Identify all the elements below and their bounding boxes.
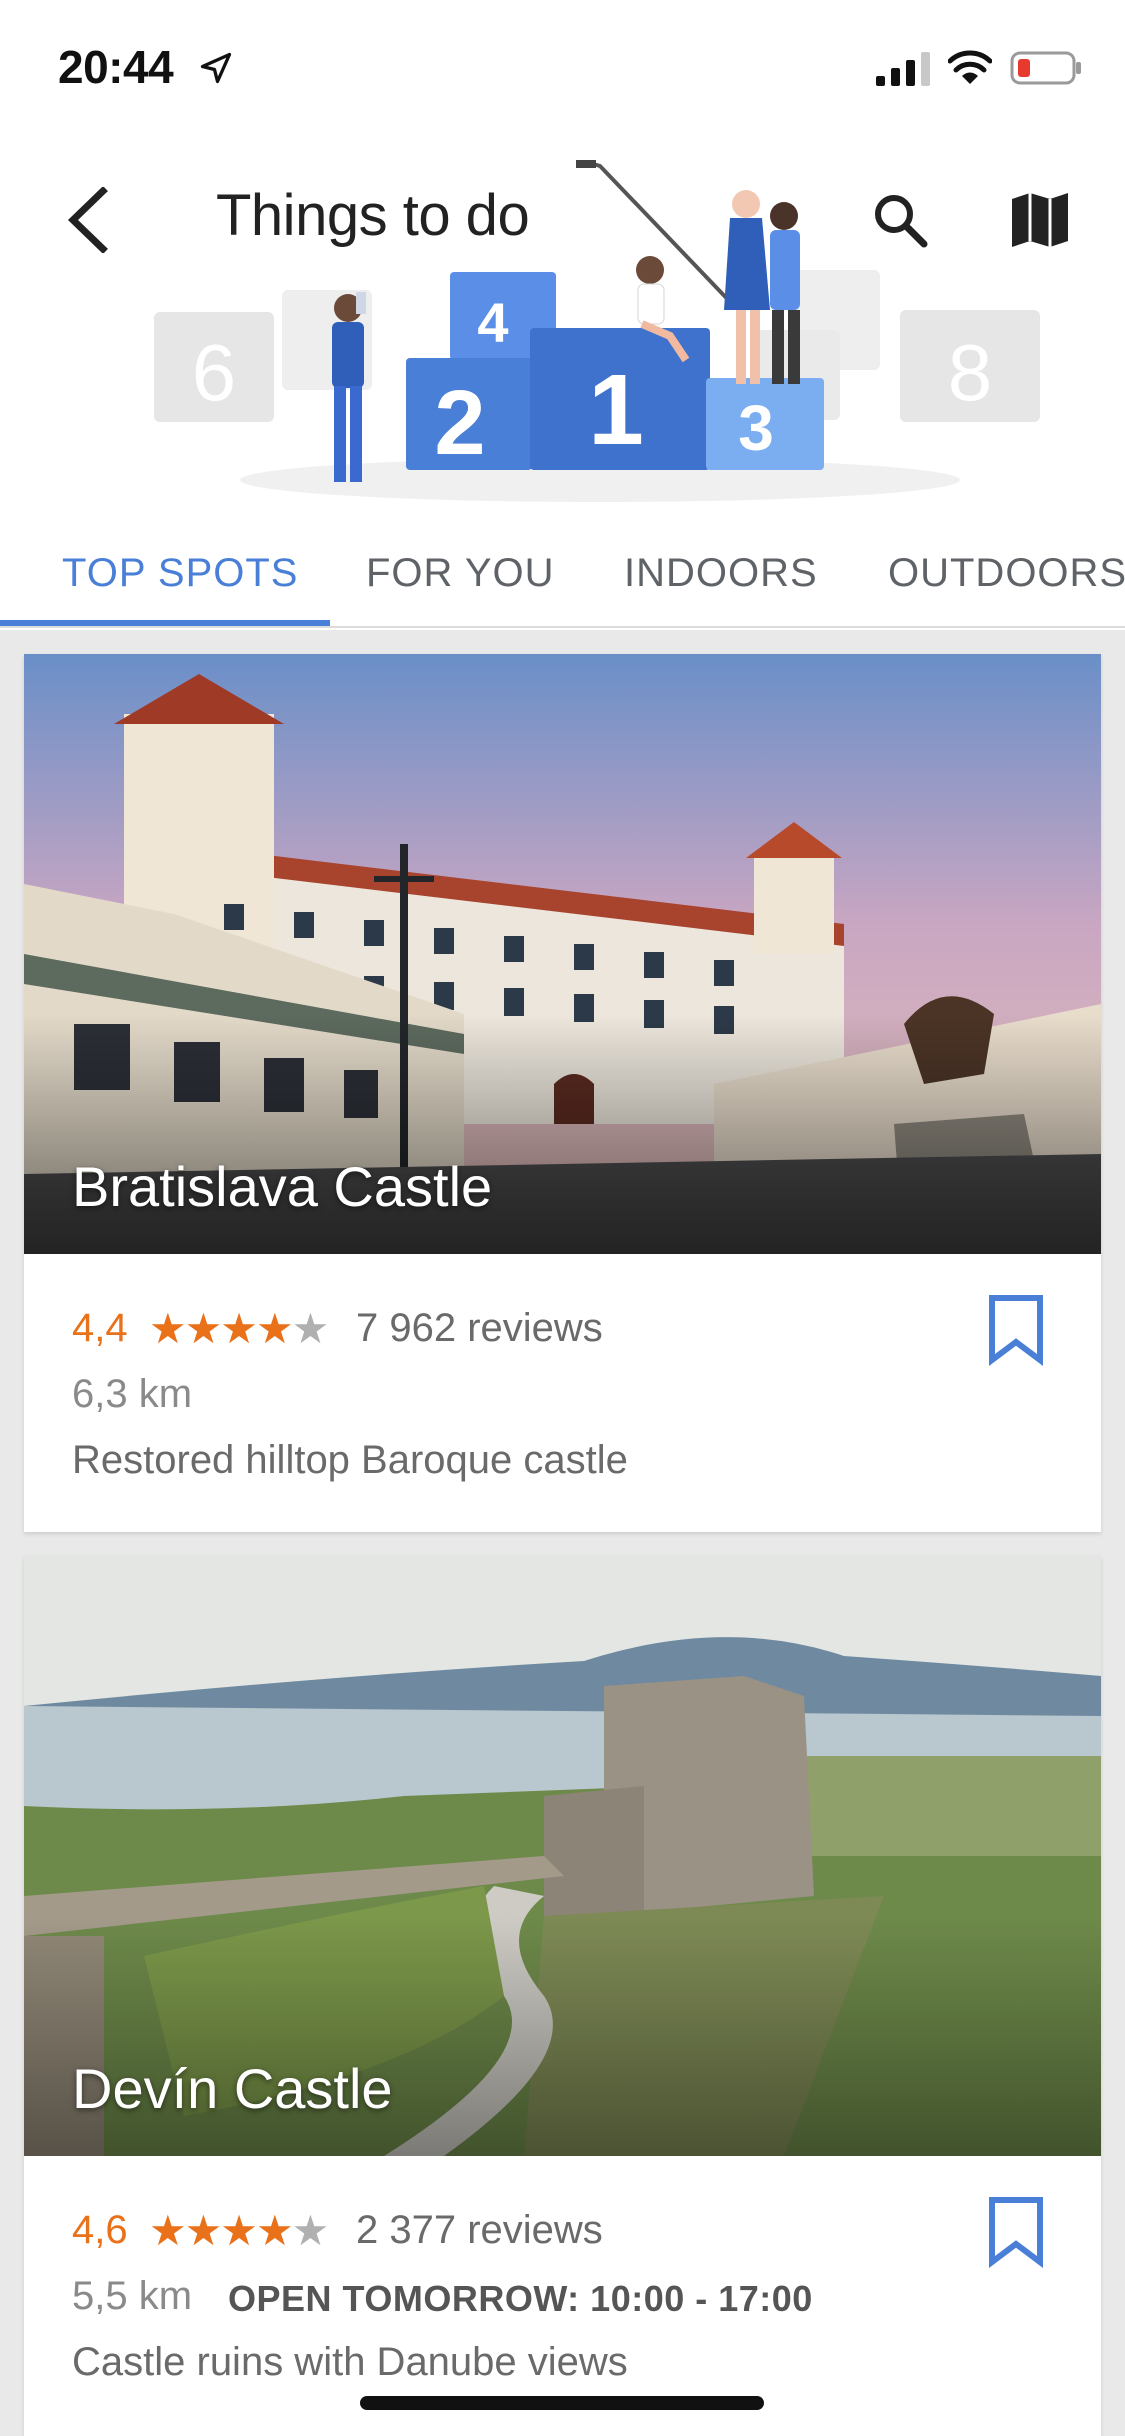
category-tabs: TOP SPOTS FOR YOU INDOORS OUTDOORS bbox=[0, 520, 1125, 628]
star-icon: ★ bbox=[291, 1305, 330, 1352]
battery-icon bbox=[1010, 51, 1081, 85]
podium-number: 4 bbox=[477, 291, 508, 354]
place-description: Castle ruins with Danube views bbox=[72, 2340, 628, 2384]
place-name: Bratislava Castle bbox=[72, 1155, 493, 1218]
podium-number: 3 bbox=[738, 392, 774, 464]
distance: 5,5 km bbox=[72, 2274, 193, 2318]
status-time: 20:44 bbox=[58, 41, 174, 93]
tab-indicator bbox=[0, 620, 330, 626]
review-count[interactable]: 7 962 reviews bbox=[356, 1306, 603, 1351]
tab-indoors[interactable]: INDOORS bbox=[624, 520, 818, 626]
back-button[interactable] bbox=[48, 180, 128, 260]
signal-icon bbox=[876, 52, 930, 86]
star-icon: ★ bbox=[291, 2207, 330, 2254]
rating-value: 4,6 bbox=[72, 2208, 128, 2252]
podium-number: 1 bbox=[588, 354, 644, 466]
header-area: 20:44 Things to do 6 8 4 2 1 3 TOP SPOTS… bbox=[0, 0, 1125, 630]
status-bar: 20:44 bbox=[0, 0, 1125, 130]
distance: 6,3 km bbox=[72, 1372, 193, 1416]
bookmark-icon[interactable] bbox=[984, 1294, 1048, 1366]
home-indicator[interactable] bbox=[360, 2396, 764, 2410]
bookmark-icon[interactable] bbox=[984, 2196, 1048, 2268]
wifi-icon bbox=[948, 50, 992, 84]
place-card[interactable]: Devín Castle 4,6 ★★★★★ 2 377 reviews 5,5… bbox=[24, 1556, 1101, 2436]
place-description: Restored hilltop Baroque castle bbox=[72, 1438, 628, 1482]
place-card[interactable]: Bratislava Castle 4,4 ★★★★★ 7 962 review… bbox=[24, 654, 1101, 1532]
star-rating: ★★★★★ bbox=[149, 1304, 330, 1353]
tab-outdoors[interactable]: OUTDOORS bbox=[888, 520, 1125, 626]
star-rating: ★★★★★ bbox=[149, 2206, 330, 2255]
place-photo[interactable]: Devín Castle bbox=[24, 1556, 1101, 2156]
podium-number: 2 bbox=[434, 372, 485, 474]
star-icon: ★★★★ bbox=[149, 2207, 294, 2254]
review-count[interactable]: 2 377 reviews bbox=[356, 2208, 603, 2253]
place-info: 4,4 ★★★★★ 7 962 reviews 6,3 km Restored … bbox=[24, 1254, 1101, 1534]
podium-number: 8 bbox=[948, 328, 993, 417]
star-icon: ★★★★ bbox=[149, 1305, 294, 1352]
back-arrow-icon bbox=[67, 187, 108, 253]
podium-illustration: 6 8 4 2 1 3 bbox=[154, 160, 1040, 502]
tab-top-spots[interactable]: TOP SPOTS bbox=[62, 520, 298, 626]
location-arrow-icon bbox=[200, 52, 232, 84]
place-photo[interactable]: Bratislava Castle bbox=[24, 654, 1101, 1254]
podium-number: 6 bbox=[192, 328, 237, 417]
opening-hours: OPEN TOMORROW: 10:00 - 17:00 bbox=[228, 2278, 813, 2319]
tab-for-you[interactable]: FOR YOU bbox=[366, 520, 555, 626]
place-name: Devín Castle bbox=[72, 2057, 393, 2120]
rating-value: 4,4 bbox=[72, 1306, 128, 1350]
place-info: 4,6 ★★★★★ 2 377 reviews 5,5 km OPEN TOMO… bbox=[24, 2156, 1101, 2436]
